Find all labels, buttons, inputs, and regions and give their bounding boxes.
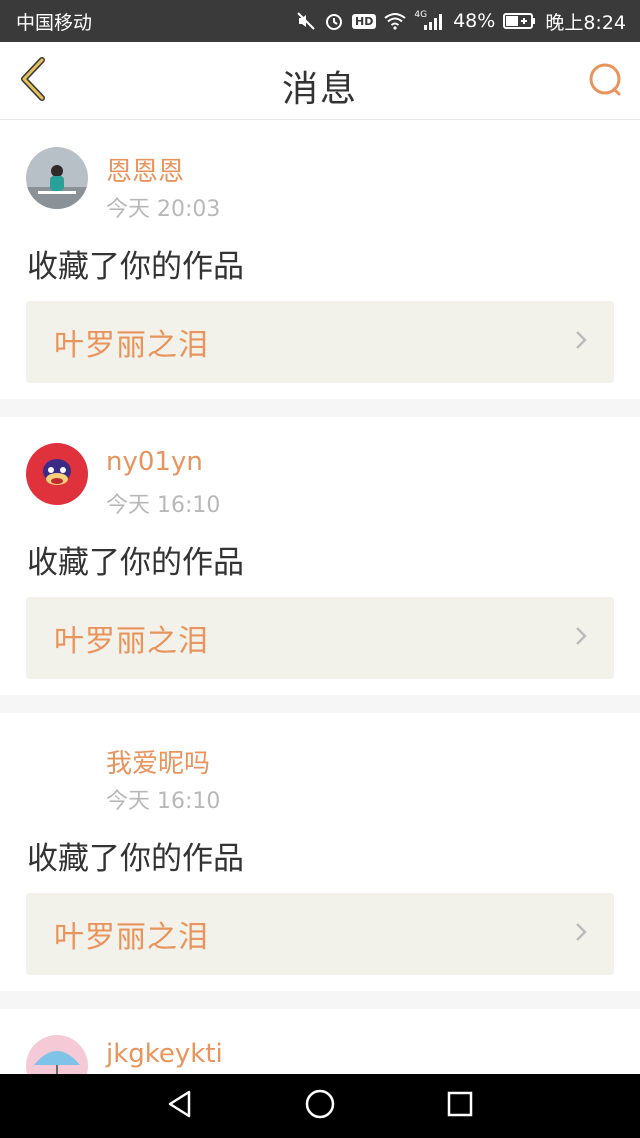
page-title: 消息 [281, 69, 358, 110]
chevron-right-icon [574, 625, 588, 651]
avatar[interactable] [26, 147, 88, 209]
divider [0, 991, 640, 1009]
chevron-right-icon [574, 329, 588, 355]
wifi-icon [384, 12, 407, 30]
divider [0, 399, 640, 417]
timestamp: 今天 16:10 [106, 789, 221, 814]
work-title: 叶罗丽之泪 [54, 920, 209, 955]
recents-square-icon [446, 1090, 474, 1122]
status-bar: 中国移动 HD 4G 48% 晚上8:24 [0, 0, 640, 42]
nav-recents-button[interactable] [430, 1076, 490, 1136]
work-link[interactable]: 叶罗丽之泪 [26, 301, 614, 383]
username[interactable]: 恩恩恩 [106, 151, 184, 188]
work-title: 叶罗丽之泪 [54, 328, 209, 363]
home-circle-icon [304, 1088, 336, 1124]
chevron-right-icon [574, 921, 588, 947]
signal-icon: 4G [414, 10, 445, 30]
timestamp: 今天 16:10 [106, 493, 221, 518]
search-icon [588, 62, 624, 102]
divider [0, 695, 640, 713]
nav-home-button[interactable] [290, 1076, 350, 1136]
carrier-label: 中国移动 [16, 11, 93, 34]
mute-icon [296, 11, 316, 31]
action-text: 收藏了你的作品 [27, 249, 244, 285]
message-card: ny01yn 今天 16:10 收藏了你的作品 叶罗丽之泪 [0, 417, 640, 695]
app-header: 消息 [0, 42, 640, 120]
back-triangle-icon [165, 1089, 195, 1123]
search-button[interactable] [586, 62, 626, 102]
work-link[interactable]: 叶罗丽之泪 [26, 597, 614, 679]
network-type-label: 4G [414, 10, 428, 20]
work-title: 叶罗丽之泪 [54, 624, 209, 659]
avatar[interactable] [26, 739, 88, 801]
battery-icon [503, 12, 537, 30]
work-link[interactable]: 叶罗丽之泪 [26, 893, 614, 975]
clock-time: 晚上8:24 [545, 11, 626, 34]
message-card: 我爱昵吗 今天 16:10 收藏了你的作品 叶罗丽之泪 [0, 713, 640, 991]
hd-icon: HD [352, 13, 377, 29]
username[interactable]: ny01yn [106, 447, 203, 477]
username[interactable]: 我爱昵吗 [106, 743, 210, 780]
message-card: jkgkeykti [0, 1009, 640, 1079]
timestamp: 今天 20:03 [106, 197, 221, 222]
action-text: 收藏了你的作品 [27, 545, 244, 581]
system-nav-bar [0, 1074, 640, 1138]
action-text: 收藏了你的作品 [27, 841, 244, 877]
alarm-icon [324, 11, 344, 31]
username[interactable]: jkgkeykti [106, 1039, 223, 1069]
avatar[interactable] [26, 443, 88, 505]
message-list: 恩恩恩 今天 20:03 收藏了你的作品 叶罗丽之泪 ny01yn 今天 16:… [0, 121, 640, 1079]
nav-back-button[interactable] [150, 1076, 210, 1136]
message-card: 恩恩恩 今天 20:03 收藏了你的作品 叶罗丽之泪 [0, 121, 640, 399]
battery-percent: 48% [453, 10, 496, 32]
avatar[interactable] [26, 1035, 88, 1079]
